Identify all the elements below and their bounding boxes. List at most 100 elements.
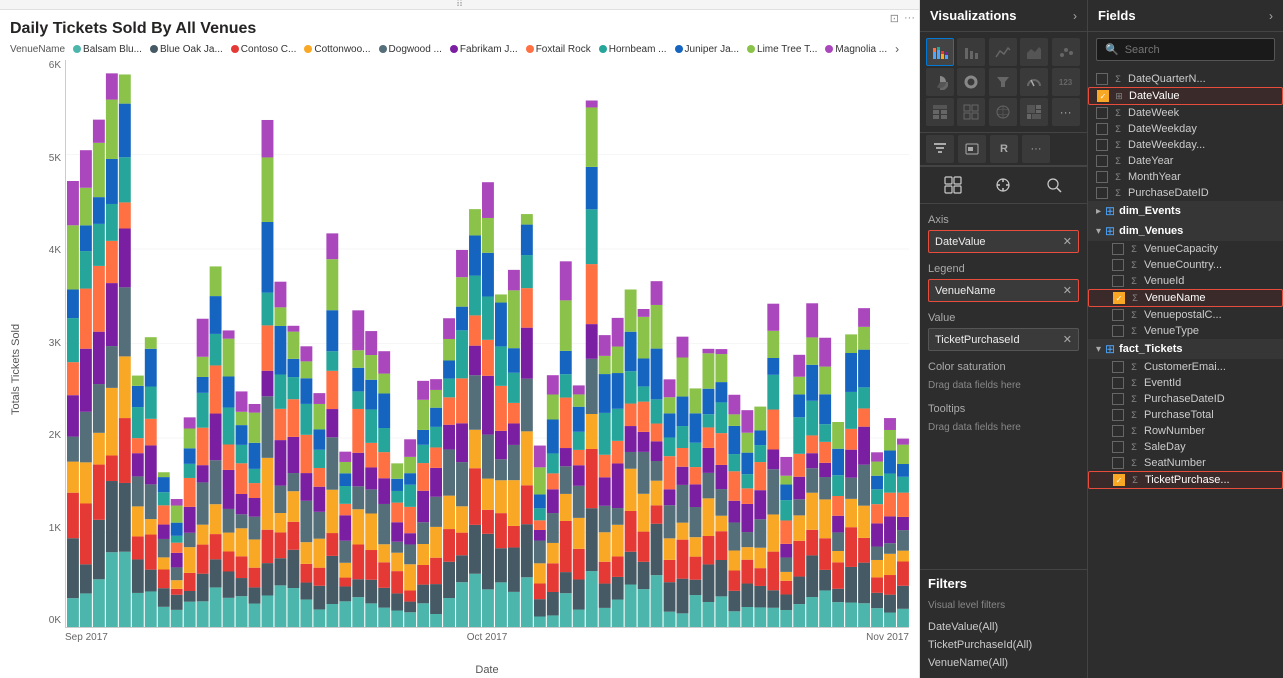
resize-icon[interactable]: ⊡ [890, 12, 899, 25]
field-item[interactable]: ΣMonthYear [1088, 169, 1283, 185]
axis-remove-btn[interactable]: ✕ [1063, 235, 1072, 248]
field-item[interactable]: ΣDateYear [1088, 153, 1283, 169]
field-checkbox[interactable] [1112, 259, 1124, 271]
field-item[interactable]: ΣDateWeekday... [1088, 137, 1283, 153]
field-type-icon: Σ [1128, 244, 1140, 254]
legend-scroll-right[interactable]: › [895, 42, 899, 56]
x-tick-nov: Nov 2017 [866, 632, 909, 643]
viz-icon-table[interactable] [926, 98, 954, 126]
chart-plot[interactable] [65, 60, 909, 628]
viz-icon-line[interactable] [989, 38, 1017, 66]
field-item[interactable]: ⊞DateValue [1088, 87, 1283, 105]
field-checkbox[interactable] [1096, 155, 1108, 167]
filter-item-1[interactable]: DateValue(All) [928, 618, 1079, 636]
table-header-row[interactable]: ▾ ⊞ dim_Venues [1088, 221, 1283, 241]
viz-icon-matrix[interactable] [957, 98, 985, 126]
field-item[interactable]: ΣVenueName [1088, 289, 1283, 307]
field-checkbox[interactable] [1096, 187, 1108, 199]
field-checkbox[interactable] [1112, 325, 1124, 337]
search-box[interactable]: 🔍 [1096, 38, 1275, 61]
analytics-control-btn[interactable] [1038, 171, 1070, 199]
more-options-icon[interactable]: ··· [904, 12, 915, 24]
viz-icon-area[interactable] [1020, 38, 1048, 66]
field-checkbox[interactable] [1112, 275, 1124, 287]
viz-controls-row [920, 166, 1087, 204]
viz-icon-map[interactable] [989, 98, 1017, 126]
field-type-icon: ⊞ [1113, 91, 1125, 102]
field-item[interactable]: ΣPurchaseDateID [1088, 391, 1283, 407]
viz-icon-slicer[interactable] [958, 135, 986, 163]
drag-handle-icon: ⠿ [456, 0, 463, 10]
field-checkbox[interactable] [1096, 107, 1108, 119]
viz-icon-treemap[interactable] [1020, 98, 1048, 126]
field-item[interactable]: ΣCustomerEmai... [1088, 359, 1283, 375]
viz-icon-funnel[interactable] [989, 68, 1017, 96]
field-checkbox[interactable] [1112, 457, 1124, 469]
y-axis-ticks: 0K 1K 2K 3K 4K 5K 6K [30, 60, 65, 628]
viz-icon-filter[interactable] [926, 135, 954, 163]
field-item[interactable]: ΣDateWeekday [1088, 121, 1283, 137]
table-header-row[interactable]: ▾ ⊞ fact_Tickets [1088, 339, 1283, 359]
field-checkbox[interactable] [1112, 309, 1124, 321]
field-item[interactable]: ΣVenueId [1088, 273, 1283, 289]
field-item[interactable]: ΣDateQuarterN... [1088, 71, 1283, 87]
viz-icon-more2[interactable]: ··· [1022, 135, 1050, 163]
field-item[interactable]: ΣVenueType [1088, 323, 1283, 339]
viz-icon-kpi[interactable]: 123 [1052, 68, 1080, 96]
field-checkbox[interactable] [1112, 409, 1124, 421]
viz-icon-pie[interactable] [926, 68, 954, 96]
legend-remove-btn[interactable]: ✕ [1063, 284, 1072, 297]
field-item[interactable]: ΣPurchaseTotal [1088, 407, 1283, 423]
table-header-row[interactable]: ▸ ⊞ dim_Events [1088, 201, 1283, 221]
legend-dot [231, 45, 239, 53]
field-checkbox[interactable] [1112, 361, 1124, 373]
field-item[interactable]: ΣTicketPurchase... [1088, 471, 1283, 489]
viz-icon-stacked-bar[interactable] [926, 38, 954, 66]
legend-item: Balsam Blu... [73, 44, 142, 55]
field-type-icon: Σ [1128, 378, 1140, 388]
field-item[interactable]: ΣSeatNumber [1088, 455, 1283, 471]
color-saturation-placeholder: Drag data fields here [928, 377, 1079, 394]
axis-field-box[interactable]: DateValue ✕ [928, 230, 1079, 253]
field-type-icon: Σ [1112, 108, 1124, 118]
chevron-icon: ▸ [1096, 206, 1101, 217]
field-checkbox[interactable] [1097, 90, 1109, 102]
value-remove-btn[interactable]: ✕ [1063, 333, 1072, 346]
field-item[interactable]: ΣPurchaseDateID [1088, 185, 1283, 201]
field-item[interactable]: ΣEventId [1088, 375, 1283, 391]
field-item[interactable]: ΣDateWeek [1088, 105, 1283, 121]
field-checkbox[interactable] [1096, 123, 1108, 135]
fields-panel-collapse[interactable]: › [1269, 9, 1273, 23]
field-checkbox[interactable] [1113, 292, 1125, 304]
field-checkbox[interactable] [1113, 474, 1125, 486]
filter-item-2[interactable]: TicketPurchaseId(All) [928, 636, 1079, 654]
field-item[interactable]: ΣSaleDay [1088, 439, 1283, 455]
legend-field-box[interactable]: VenueName ✕ [928, 279, 1079, 302]
field-checkbox[interactable] [1112, 425, 1124, 437]
fields-control-btn[interactable] [937, 171, 969, 199]
value-field-box[interactable]: TicketPurchaseId ✕ [928, 328, 1079, 351]
search-input[interactable] [1125, 44, 1266, 56]
legend-dot [675, 45, 683, 53]
field-checkbox[interactable] [1112, 441, 1124, 453]
viz-icon-gauge[interactable] [1020, 68, 1048, 96]
filter-item-3[interactable]: VenueName(All) [928, 654, 1079, 672]
field-item[interactable]: ΣVenuepostalC... [1088, 307, 1283, 323]
field-checkbox[interactable] [1096, 73, 1108, 85]
viz-icon-scatter[interactable] [1052, 38, 1080, 66]
viz-panel-expand[interactable]: › [1073, 9, 1077, 23]
viz-icon-donut[interactable] [957, 68, 985, 96]
viz-icon-more[interactable]: ··· [1052, 98, 1080, 126]
viz-icon-r-visual[interactable]: R [990, 135, 1018, 163]
field-checkbox[interactable] [1112, 393, 1124, 405]
field-checkbox[interactable] [1096, 139, 1108, 151]
field-checkbox[interactable] [1112, 377, 1124, 389]
field-item[interactable]: ΣRowNumber [1088, 423, 1283, 439]
viz-icon-bar[interactable] [957, 38, 985, 66]
filters-title: Filters [928, 576, 1079, 591]
format-control-btn[interactable] [987, 171, 1019, 199]
field-item[interactable]: ΣVenueCountry... [1088, 257, 1283, 273]
field-item[interactable]: ΣVenueCapacity [1088, 241, 1283, 257]
field-checkbox[interactable] [1096, 171, 1108, 183]
field-checkbox[interactable] [1112, 243, 1124, 255]
